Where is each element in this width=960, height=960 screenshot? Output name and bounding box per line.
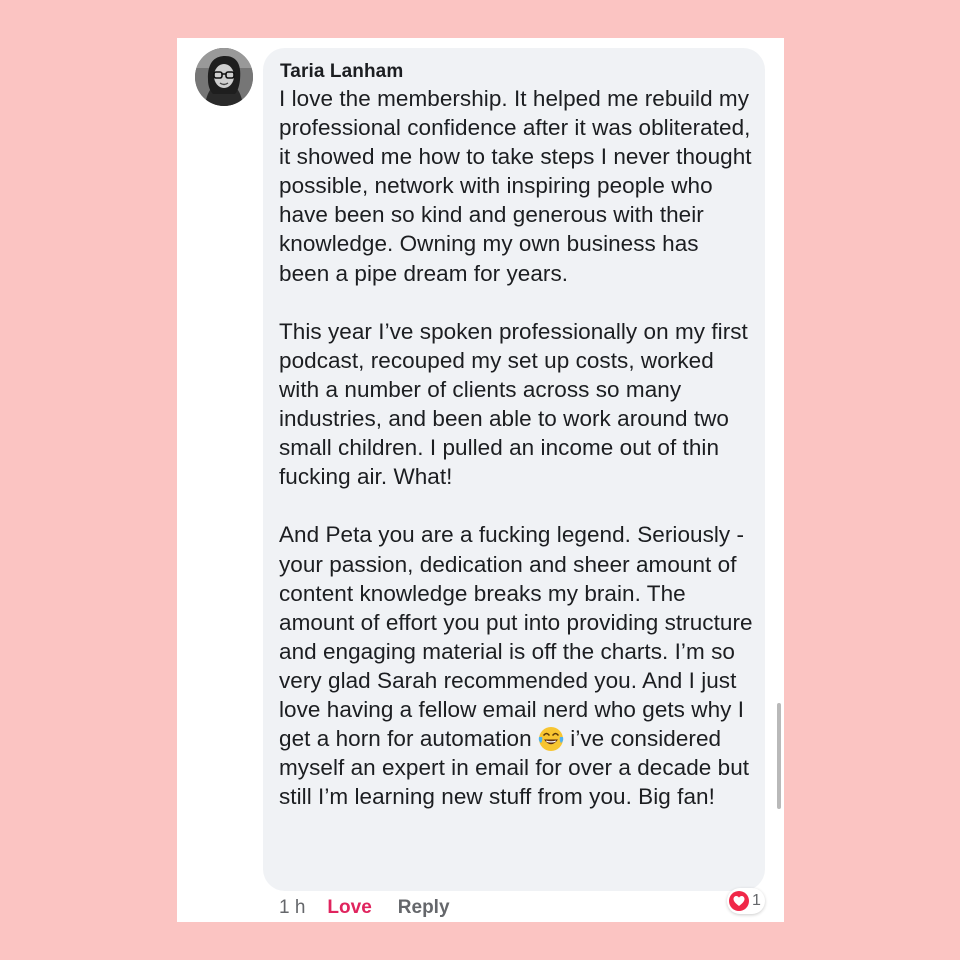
love-button[interactable]: Love (327, 897, 371, 919)
profile-photo-icon (195, 48, 253, 106)
comment-text: I love the membership. It helped me rebu… (279, 84, 754, 811)
heart-icon (729, 891, 749, 911)
reaction-summary[interactable]: 1 (727, 888, 765, 914)
comment-card: Taria Lanham I love the membership. It h… (177, 38, 784, 922)
face-with-tears-of-joy-icon (538, 727, 564, 752)
comment-actions: 1 h Love Reply (279, 897, 450, 919)
comment-paragraph: I love the membership. It helped me rebu… (279, 86, 752, 286)
avatar[interactable] (195, 48, 253, 106)
timestamp[interactable]: 1 h (279, 897, 305, 919)
comment-bubble: Taria Lanham I love the membership. It h… (263, 48, 765, 891)
comment-paragraph: This year I’ve spoken professionally on … (279, 318, 748, 490)
comment-paragraph-text: And Peta you are a fucking legend. Serio… (279, 522, 753, 752)
comment-paragraph: And Peta you are a fucking legend. Serio… (279, 520, 754, 811)
reply-button[interactable]: Reply (398, 897, 450, 919)
comment-author[interactable]: Taria Lanham (280, 61, 403, 83)
scrollbar[interactable] (777, 703, 781, 809)
reaction-count: 1 (752, 892, 761, 909)
